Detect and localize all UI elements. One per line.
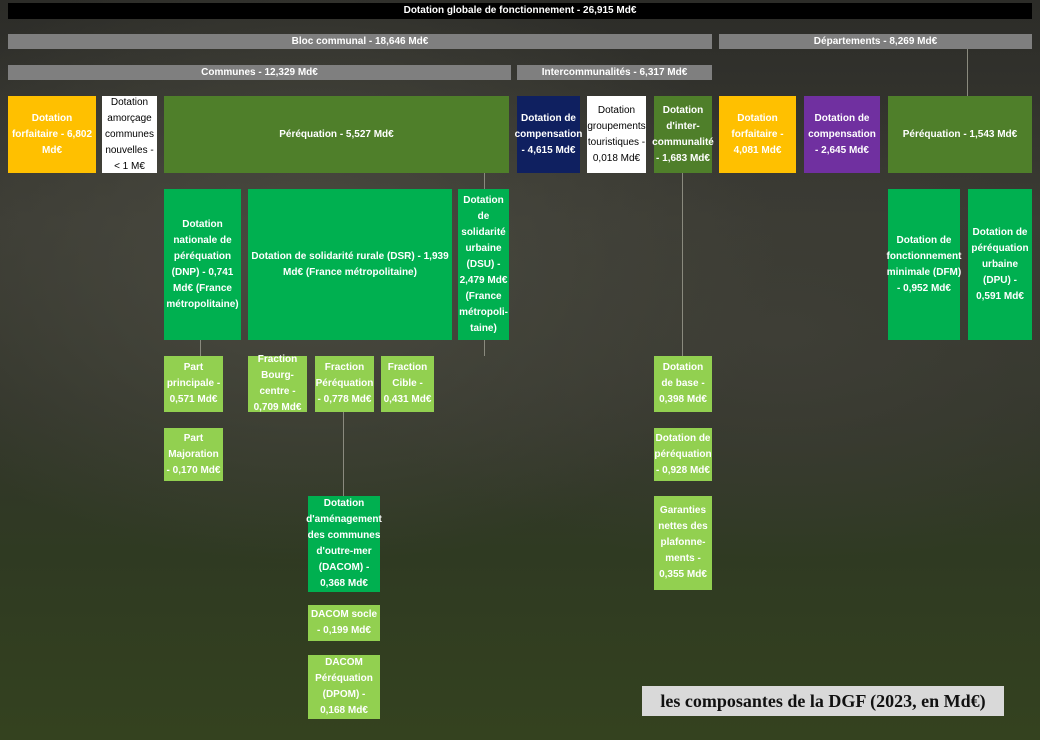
dsu-box: Dotation de solidarité urbaine (DSU) - 2… [458, 189, 509, 340]
dgf-total-bar: Dotation globale de fonctionnement - 26,… [8, 3, 1032, 19]
dacom-dpom-box: DACOM Péréquation (DPOM) - 0,168 Md€ [308, 655, 380, 719]
dotation-groupements-touristiques-box: Dotation groupements touristiques - 0,01… [587, 96, 646, 173]
dotation-compensation-interco-box: Dotation de compensation - 4,615 Md€ [515, 96, 582, 173]
bloc-communal-bar: Bloc communal - 18,646 Md€ [8, 34, 712, 49]
dotation-intercommunalite-box: Dotation d'inter-communalité - 1,683 Md€ [652, 96, 714, 173]
fraction-perequation-box: Fraction Péréquation - 0,778 Md€ [315, 356, 374, 412]
dotation-forfaitaire-departements-box: Dotation forfaitaire - 4,081 Md€ [719, 96, 796, 173]
connector [682, 173, 683, 356]
fraction-bourg-centre-box: Fraction Bourg-centre - 0,709 Md€ [248, 354, 307, 413]
garanties-plafonnements-box: Garanties nettes des plafonne-ments - 0,… [654, 496, 712, 590]
connector [200, 340, 201, 356]
connector [967, 49, 968, 96]
connector [484, 340, 485, 356]
perequation-departements-box: Péréquation - 1,543 Md€ [888, 96, 1032, 173]
dsr-box: Dotation de solidarité rurale (DSR) - 1,… [248, 189, 452, 340]
fraction-cible-box: Fraction Cible - 0,431 Md€ [381, 356, 434, 412]
dfm-box: Dotation de fonctionnement minimale (DFM… [887, 189, 962, 340]
dotation-base-box: Dotation de base - 0,398 Md€ [654, 356, 712, 412]
part-principale-box: Part principale - 0,571 Md€ [164, 356, 223, 412]
dotation-forfaitaire-communes-box: Dotation forfaitaire - 6,802 Md€ [8, 96, 96, 173]
part-majoration-box: Part Majoration - 0,170 Md€ [164, 428, 223, 481]
dotation-perequation-interco-box: Dotation de péréquation - 0,928 Md€ [654, 428, 712, 481]
connector [343, 412, 344, 496]
intercommunalites-bar: Intercommunalités - 6,317 Md€ [517, 65, 712, 80]
dacom-socle-box: DACOM socle - 0,199 Md€ [308, 605, 380, 641]
dotation-amorcage-box: Dotation amorçage communes nouvelles - <… [102, 96, 157, 173]
dotation-compensation-departements-box: Dotation de compensation - 2,645 Md€ [804, 96, 880, 173]
dpu-box: Dotation de péréquation urbaine (DPU) - … [968, 189, 1032, 340]
diagram-caption: les composantes de la DGF (2023, en Md€) [642, 686, 1004, 716]
dacom-box: Dotation d'aménagement des communes d'ou… [306, 496, 382, 592]
departements-bar: Départements - 8,269 Md€ [719, 34, 1032, 49]
communes-bar: Communes - 12,329 Md€ [8, 65, 511, 80]
perequation-communes-box: Péréquation - 5,527 Md€ [164, 96, 509, 173]
connector [484, 173, 485, 189]
dnp-box: Dotation nationale de péréquation (DNP) … [164, 189, 241, 340]
